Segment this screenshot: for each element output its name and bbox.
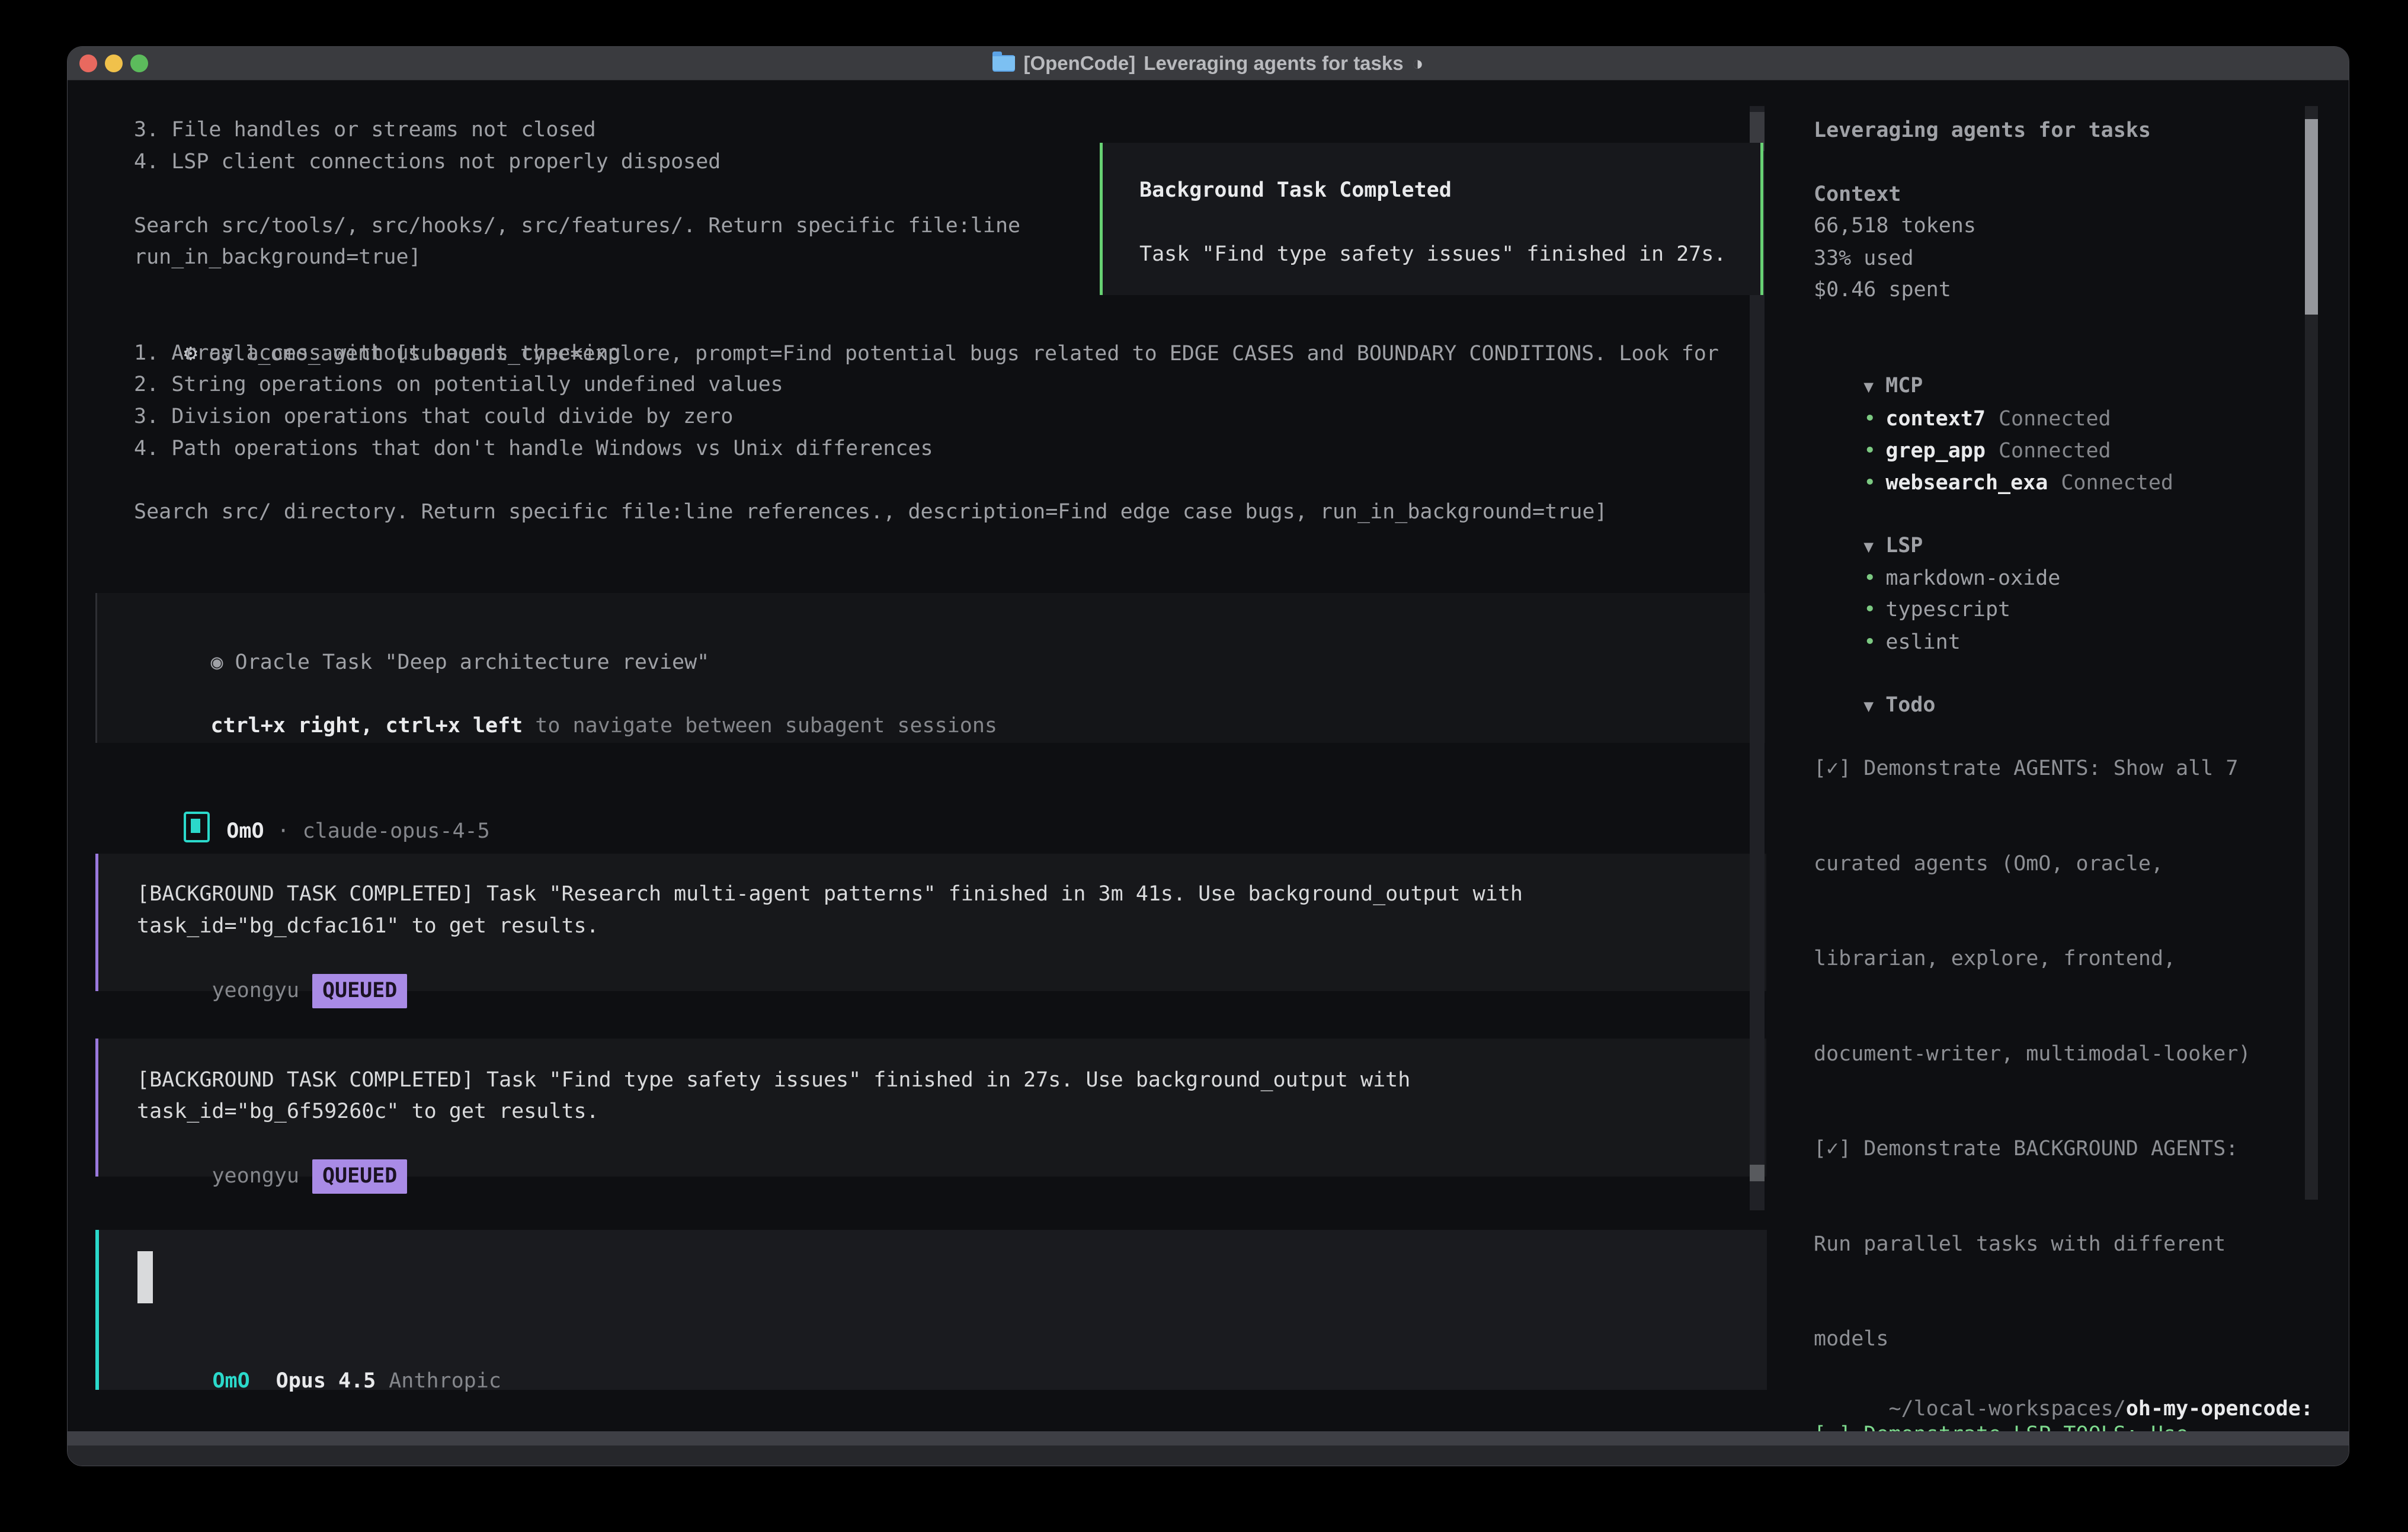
separator-dot: · <box>264 819 290 843</box>
background-task-box: [BACKGROUND TASK COMPLETED] Task "Find t… <box>95 1039 1766 1177</box>
input-model: Opus 4.5 <box>250 1369 376 1393</box>
todo-item-line: librarian, explore, frontend, <box>1814 943 2276 975</box>
oracle-task-box: ◉Oracle Task "Deep architecture review" … <box>95 593 1765 743</box>
traffic-lights <box>79 47 148 80</box>
bottom-band-dark <box>68 1446 2349 1466</box>
task-message-line: task_id="bg_6f59260c" to get results. <box>137 1095 599 1127</box>
text-cursor <box>137 1251 153 1303</box>
task-message-line: [BACKGROUND TASK COMPLETED] Task "Resear… <box>137 878 1523 910</box>
task-message-line: task_id="bg_dcfac161" to get results. <box>137 910 599 942</box>
toast-title: Background Task Completed <box>1139 174 1452 206</box>
titlebar: [OpenCode] Leveraging agents for tasks ◑ <box>68 47 2349 81</box>
agent-checkbox-icon <box>184 812 210 842</box>
window-title-prefix: [OpenCode] <box>1023 52 1135 75</box>
notification-toast[interactable]: Background Task Completed Task "Find typ… <box>1100 143 1763 295</box>
mcp-name: websearch_exa <box>1885 471 2048 495</box>
session-progress-icon: ◑ <box>1412 52 1424 75</box>
transcript-line: 4. LSP client connections not properly d… <box>134 146 721 178</box>
input-provider: Anthropic <box>376 1369 501 1393</box>
mcp-status: Connected <box>2048 471 2173 495</box>
status-badge: QUEUED <box>312 1159 407 1194</box>
transcript-line: 3. File handles or streams not closed <box>134 114 596 146</box>
todo-item-line: document-writer, multimodal-looker) <box>1814 1039 2276 1071</box>
transcript-line: run_in_background=true] <box>134 241 421 273</box>
tool-call-footer: Search src/ directory. Return specific f… <box>134 496 1607 528</box>
folder-icon <box>992 55 1015 72</box>
context-spent: $0.46 spent <box>1814 274 1951 306</box>
agent-model: claude-opus-4-5 <box>290 819 490 843</box>
sidebar-scrollbar-thumb[interactable] <box>2305 119 2318 315</box>
tool-call-item: 1. Array access without bounds checking <box>134 337 621 369</box>
status-badge: QUEUED <box>312 974 407 1008</box>
task-user: yeongyu <box>212 979 299 1002</box>
close-button[interactable] <box>79 55 97 72</box>
tool-call-item: 3. Division operations that could divide… <box>134 400 733 432</box>
task-user: yeongyu <box>212 1164 299 1188</box>
input-agent-name: OmO <box>212 1369 249 1393</box>
opencode-terminal-window: [OpenCode] Leveraging agents for tasks ◑… <box>67 46 2349 1466</box>
task-meta-row: yeongyu QUEUED <box>137 1127 407 1226</box>
agent-name: OmO <box>210 819 264 843</box>
status-dot-icon: • <box>1863 471 1876 495</box>
todo-item-line: [✓] Demonstrate BACKGROUND AGENTS: <box>1814 1133 2276 1165</box>
sidebar-session-title: Leveraging agents for tasks <box>1814 114 2151 146</box>
zoom-button[interactable] <box>130 55 148 72</box>
window-bottom-chrome <box>68 1431 2349 1466</box>
bottom-band-light <box>68 1431 2349 1446</box>
todo-item-line: Run parallel tasks with different <box>1814 1229 2276 1261</box>
todo-item-line: curated agents (OmO, oracle, <box>1814 848 2276 880</box>
minimize-button[interactable] <box>105 55 123 72</box>
shortcut-keys: ctrl+x right, ctrl+x left <box>210 714 523 738</box>
window-title: [OpenCode] Leveraging agents for tasks ◑ <box>992 52 1423 75</box>
tool-call-item: 2. String operations on potentially unde… <box>134 368 783 400</box>
task-meta-row: yeongyu QUEUED <box>137 942 407 1040</box>
prompt-input[interactable]: OmOOpus 4.5Anthropic <box>95 1230 1767 1390</box>
todo-item-line: [✓] Demonstrate AGENTS: Show all 7 <box>1814 753 2276 785</box>
shortcut-description: to navigate between subagent sessions <box>523 714 997 738</box>
subagent-nav-hint: ctrl+x right, ctrl+x left to navigate be… <box>136 678 997 774</box>
chat-scrollbar-thumb[interactable] <box>1750 1165 1765 1181</box>
window-title-text: Leveraging agents for tasks <box>1144 52 1403 75</box>
task-message-line: [BACKGROUND TASK COMPLETED] Task "Find t… <box>137 1064 1410 1096</box>
status-dot-icon: • <box>1863 630 1876 654</box>
background-task-box: [BACKGROUND TASK COMPLETED] Task "Resear… <box>95 854 1766 991</box>
oracle-icon: ◉ <box>210 650 223 674</box>
context-tokens: 66,518 tokens <box>1814 210 1976 242</box>
workspace-repo: oh-my-opencode: <box>2126 1397 2313 1421</box>
toast-body: Task "Find type safety issues" finished … <box>1139 238 1726 270</box>
sidebar-scrollbar[interactable] <box>2305 106 2318 1200</box>
transcript-line: Search src/tools/, src/hooks/, src/featu… <box>134 210 1020 242</box>
context-used: 33% used <box>1814 242 1914 274</box>
tool-call-item: 4. Path operations that don't handle Win… <box>134 432 933 464</box>
sidebar-context-heading: Context <box>1814 178 1901 210</box>
